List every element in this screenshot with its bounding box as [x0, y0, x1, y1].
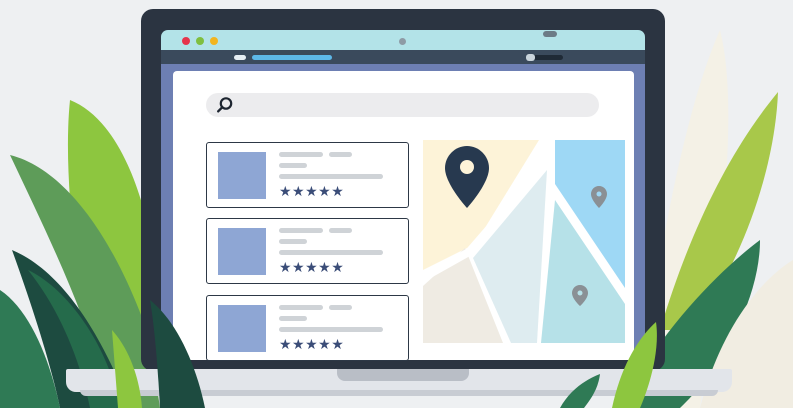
leaf-fg-left2: [112, 330, 142, 408]
leaf-fg-right2: [560, 374, 600, 408]
foreground-leaves: [112, 300, 657, 408]
illustration-stage: ★★★★★ ★★★★★ ★★★★★: [0, 0, 793, 408]
leaf-fg-right: [612, 322, 657, 408]
leaf-fg-left: [150, 300, 205, 408]
